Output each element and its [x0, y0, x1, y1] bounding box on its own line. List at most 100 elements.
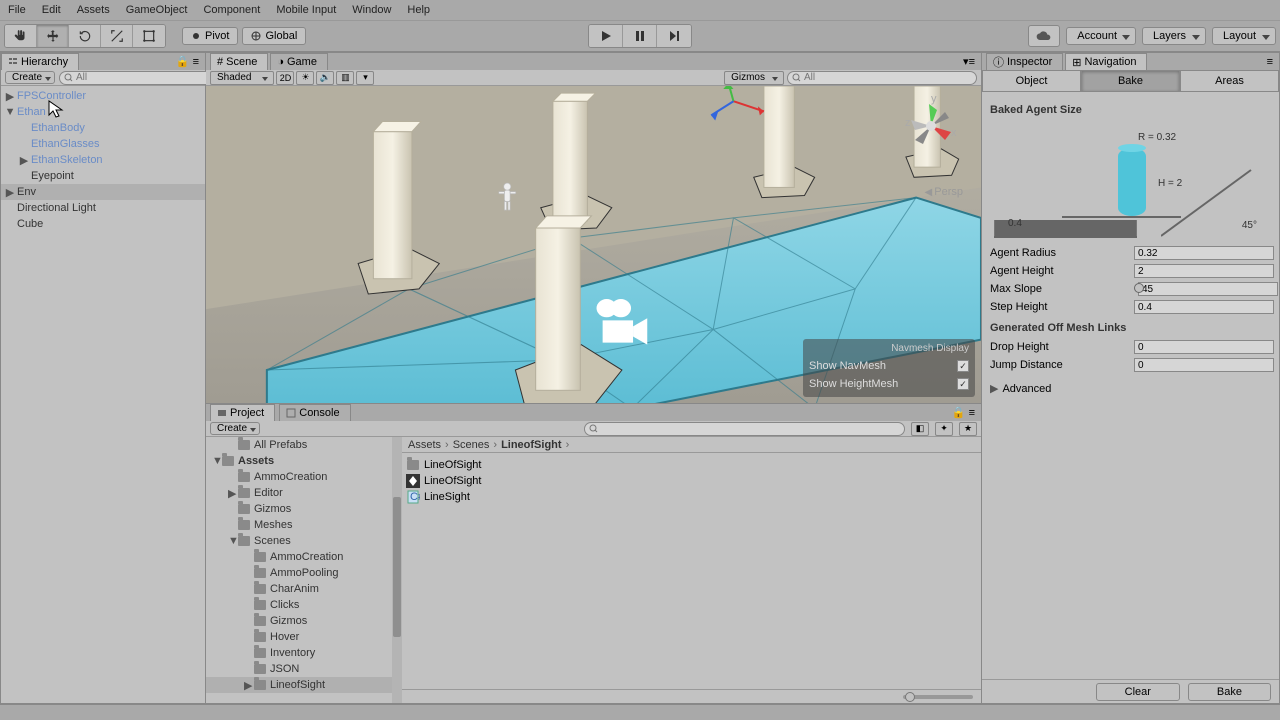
- project-create-button[interactable]: Create: [210, 422, 260, 435]
- asset-item[interactable]: LineOfSight: [406, 457, 977, 473]
- folder-item[interactable]: Hover: [206, 629, 401, 645]
- step-button[interactable]: [657, 25, 691, 47]
- hierarchy-item[interactable]: EthanBody: [1, 120, 205, 136]
- folder-item[interactable]: Clicks: [206, 597, 401, 613]
- scale-tool[interactable]: [101, 25, 133, 47]
- hierarchy-item[interactable]: ▶EthanSkeleton: [1, 152, 205, 168]
- project-filter-3[interactable]: ★: [959, 422, 977, 436]
- hierarchy-item[interactable]: ▶FPSController: [1, 88, 205, 104]
- menu-edit[interactable]: Edit: [38, 4, 73, 16]
- asset-list[interactable]: LineOfSightLineOfSightC#LineSight: [402, 453, 981, 689]
- hierarchy-create-button[interactable]: Create: [5, 71, 55, 84]
- hierarchy-tree[interactable]: ▶FPSController▼EthanEthanBodyEthanGlasse…: [1, 86, 205, 703]
- folder-item[interactable]: CharAnim: [206, 581, 401, 597]
- scene-search-input[interactable]: [804, 72, 972, 83]
- asset-item[interactable]: C#LineSight: [406, 489, 977, 505]
- jump-distance-input[interactable]: [1134, 358, 1274, 372]
- hierarchy-item[interactable]: Cube: [1, 216, 205, 232]
- bake-button[interactable]: Bake: [1188, 683, 1271, 701]
- menu-window[interactable]: Window: [348, 4, 403, 16]
- folder-item[interactable]: AmmoCreation: [206, 549, 401, 565]
- folder-item[interactable]: AmmoPooling: [206, 565, 401, 581]
- step-height-input[interactable]: [1134, 300, 1274, 314]
- folder-item[interactable]: Gizmos: [206, 613, 401, 629]
- project-tab-menu[interactable]: 🔒 ≡: [952, 406, 981, 419]
- project-search[interactable]: [584, 422, 906, 436]
- account-dropdown[interactable]: Account: [1066, 27, 1136, 45]
- persp-label[interactable]: ◀ Persp: [925, 186, 963, 198]
- hierarchy-item[interactable]: EthanGlasses: [1, 136, 205, 152]
- hierarchy-tab[interactable]: Hierarchy: [1, 53, 79, 70]
- console-tab[interactable]: Console: [279, 404, 350, 421]
- orientation-gizmo[interactable]: x y z: [901, 96, 961, 156]
- folder-item[interactable]: All Prefabs: [206, 437, 401, 453]
- audio-toggle[interactable]: 🔊: [316, 71, 334, 85]
- hierarchy-item[interactable]: Eyepoint: [1, 168, 205, 184]
- hierarchy-item[interactable]: ▼Ethan: [1, 104, 205, 120]
- lighting-toggle[interactable]: ☀: [296, 71, 314, 85]
- folders-scrollbar[interactable]: [392, 437, 402, 703]
- clear-button[interactable]: Clear: [1096, 683, 1180, 701]
- menu-gameobject[interactable]: GameObject: [122, 4, 200, 16]
- menu-help[interactable]: Help: [403, 4, 442, 16]
- menu-mobileinput[interactable]: Mobile Input: [272, 4, 348, 16]
- subtab-areas[interactable]: Areas: [1180, 70, 1279, 92]
- folder-item[interactable]: Inventory: [206, 645, 401, 661]
- hierarchy-item[interactable]: ▶Env: [1, 184, 205, 200]
- menu-file[interactable]: File: [4, 4, 38, 16]
- hierarchy-lock-icon[interactable]: 🔒 ≡: [176, 55, 205, 68]
- agent-radius-input[interactable]: [1134, 246, 1274, 260]
- subtab-object[interactable]: Object: [982, 70, 1081, 92]
- breadcrumb-scenes[interactable]: Scenes: [453, 439, 490, 451]
- folder-item[interactable]: Gizmos: [206, 501, 401, 517]
- folder-item[interactable]: ▼Scenes: [206, 533, 401, 549]
- project-filter-1[interactable]: ◧: [911, 422, 929, 436]
- folder-item[interactable]: ▶LineofSight: [206, 677, 401, 693]
- drop-height-input[interactable]: [1134, 340, 1274, 354]
- hand-tool[interactable]: [5, 25, 37, 47]
- folder-item[interactable]: ▼Assets: [206, 453, 401, 469]
- menu-component[interactable]: Component: [199, 4, 272, 16]
- breadcrumb-current[interactable]: LineofSight: [501, 439, 562, 451]
- hierarchy-item[interactable]: Directional Light: [1, 200, 205, 216]
- shading-mode-dropdown[interactable]: Shaded: [210, 71, 274, 85]
- breadcrumb-assets[interactable]: Assets: [408, 439, 441, 451]
- scene-search[interactable]: [787, 71, 977, 85]
- game-tab[interactable]: ◑Game: [270, 53, 328, 70]
- folder-item[interactable]: ▶Editor: [206, 485, 401, 501]
- project-tab[interactable]: Project: [210, 404, 275, 421]
- layout-dropdown[interactable]: Layout: [1212, 27, 1276, 45]
- fx-toggle[interactable]: ▥: [336, 71, 354, 85]
- project-breadcrumb[interactable]: Assets› Scenes› LineofSight›: [402, 437, 981, 453]
- rect-tool[interactable]: [133, 25, 165, 47]
- hierarchy-search-input[interactable]: [76, 72, 208, 83]
- asset-item[interactable]: LineOfSight: [406, 473, 977, 489]
- scene-tab-menu[interactable]: ▾≡: [963, 55, 981, 68]
- move-tool[interactable]: [37, 25, 69, 47]
- cloud-button[interactable]: [1028, 25, 1060, 47]
- gizmos-dropdown[interactable]: Gizmos: [724, 71, 784, 85]
- subtab-bake[interactable]: Bake: [1081, 70, 1180, 92]
- folder-item[interactable]: Meshes: [206, 517, 401, 533]
- hierarchy-search[interactable]: [59, 71, 213, 85]
- scene-viewport[interactable]: x y z ◀ Persp Navmesh Display Show NavMe…: [206, 86, 981, 403]
- pivot-toggle[interactable]: Pivot: [182, 27, 238, 45]
- agent-height-input[interactable]: [1134, 264, 1274, 278]
- navigation-tab[interactable]: ⊞Navigation: [1065, 53, 1147, 70]
- fx-dropdown[interactable]: ▾: [356, 71, 374, 85]
- pause-button[interactable]: [623, 25, 657, 47]
- inspector-tab[interactable]: ⓘInspector: [986, 53, 1063, 70]
- folder-item[interactable]: AmmoCreation: [206, 469, 401, 485]
- project-filter-2[interactable]: ✦: [935, 422, 953, 436]
- folder-item[interactable]: JSON: [206, 661, 401, 677]
- layers-dropdown[interactable]: Layers: [1142, 27, 1206, 45]
- project-search-input[interactable]: [601, 423, 901, 434]
- right-tab-menu[interactable]: ≡: [1267, 56, 1279, 68]
- project-folders[interactable]: All Prefabs▼AssetsAmmoCreation▶EditorGiz…: [206, 437, 402, 703]
- advanced-toggle[interactable]: ▶Advanced: [990, 382, 1271, 395]
- menu-assets[interactable]: Assets: [73, 4, 122, 16]
- 2d-toggle[interactable]: 2D: [276, 71, 294, 85]
- show-navmesh-checkbox[interactable]: ✓: [957, 360, 969, 372]
- scene-tab[interactable]: #Scene: [210, 53, 268, 70]
- max-slope-input[interactable]: [1138, 282, 1278, 296]
